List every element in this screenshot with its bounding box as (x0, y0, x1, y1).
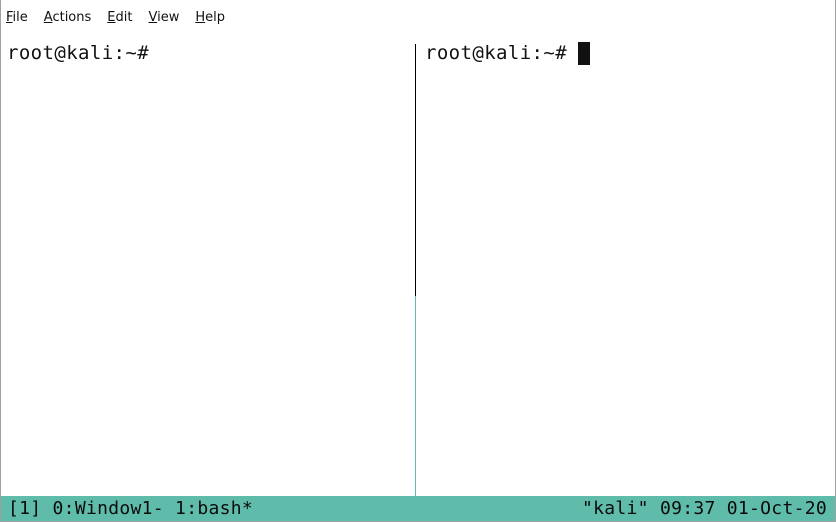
pane-divider-active[interactable] (415, 296, 416, 496)
menu-help[interactable]: Help (195, 10, 225, 25)
tmux-status-bar: [1] 0:Window1- 1:bash* "kali" 09:37 01-O… (1, 496, 835, 521)
terminal-pane-left[interactable]: root@kali:~# (7, 38, 411, 496)
terminal-pane-right[interactable]: root@kali:~# (425, 38, 829, 496)
status-window-list: [1] 0:Window1- 1:bash* (8, 498, 254, 519)
menu-help-mnemonic: H (195, 9, 206, 25)
prompt-line-left: root@kali:~# (7, 38, 411, 68)
menu-view[interactable]: View (148, 10, 179, 25)
menu-help-label: elp (205, 9, 225, 25)
menu-actions[interactable]: Actions (44, 10, 92, 25)
terminal-area[interactable]: root@kali:~# root@kali:~# (1, 38, 835, 496)
menu-view-mnemonic: V (148, 9, 158, 25)
menu-edit-mnemonic: E (107, 9, 116, 25)
prompt-line-right: root@kali:~# (425, 38, 829, 68)
prompt-text-right: root@kali:~# (425, 42, 568, 64)
menu-edit[interactable]: Edit (107, 10, 132, 25)
menu-bar: File Actions Edit View Help (1, 0, 835, 34)
menu-file-label: ile (12, 9, 28, 25)
terminal-window: File Actions Edit View Help root@kali:~#… (0, 0, 836, 522)
menu-edit-label: dit (115, 9, 133, 25)
block-cursor (578, 41, 591, 65)
prompt-text-left: root@kali:~# (7, 42, 150, 64)
menu-actions-label: ctions (52, 9, 92, 25)
menu-view-label: iew (157, 9, 180, 25)
menu-file[interactable]: File (6, 10, 28, 25)
pane-divider-inactive[interactable] (415, 44, 416, 296)
status-host-time-date: "kali" 09:37 01-Oct-20 (581, 498, 827, 519)
